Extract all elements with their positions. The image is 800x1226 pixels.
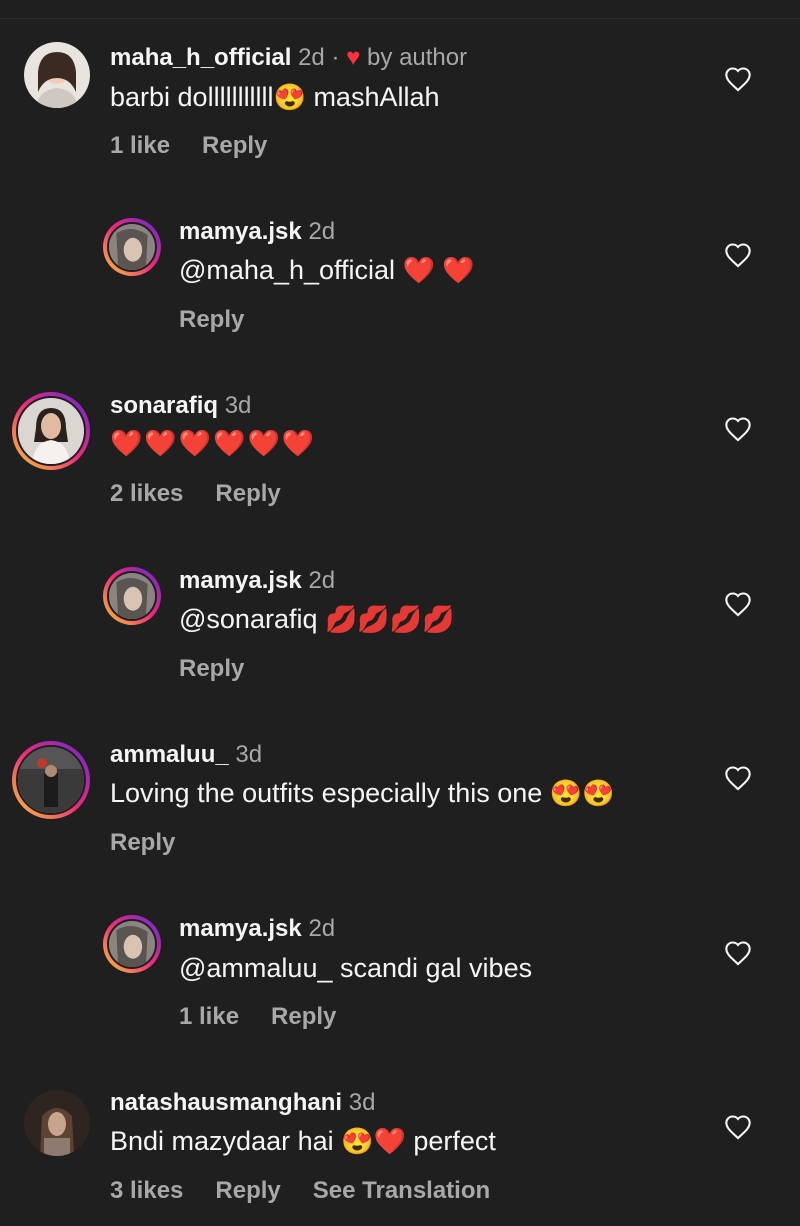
comment-text: barbi dolllllllllll😍 mashAllah: [110, 82, 440, 113]
comment-actions: 1 like Reply: [179, 1003, 368, 1031]
comment-body: @maha_h_official: [179, 255, 403, 285]
comment-header: maha_h_official 2d · ♥ by author: [110, 44, 467, 72]
likes-count[interactable]: 3 likes: [110, 1177, 183, 1204]
avatar[interactable]: [24, 1090, 90, 1156]
emoji: 😍❤️: [341, 1126, 406, 1156]
reply-button[interactable]: Reply: [202, 132, 267, 159]
comment-actions: Reply: [179, 655, 276, 683]
comment-text: ❤️❤️❤️❤️❤️❤️: [110, 428, 316, 459]
emoji: 😍: [273, 82, 306, 112]
timestamp: 3d: [235, 741, 263, 768]
comment-actions: 1 like Reply: [110, 132, 299, 160]
username[interactable]: mamya.jsk: [179, 915, 302, 942]
emoji: 😍😍: [549, 778, 615, 808]
separator: ·: [331, 44, 340, 71]
timestamp: 3d: [224, 392, 252, 419]
heart-outline-icon[interactable]: [724, 765, 752, 791]
emoji: 💋💋💋💋: [324, 604, 455, 634]
comment-body: barbi dolllllllllll: [110, 82, 274, 112]
comment-body: Bndi mazydaar hai: [110, 1126, 342, 1156]
username[interactable]: mamya.jsk: [179, 218, 302, 245]
comment-header: mamya.jsk 2d: [179, 915, 335, 943]
comment-body-after: mashAllah: [305, 82, 440, 112]
liked-by-author-label: by author: [367, 44, 468, 71]
heart-outline-icon[interactable]: [724, 416, 752, 442]
comment-header: ammaluu_ 3d: [110, 741, 262, 769]
reply-button[interactable]: Reply: [179, 655, 244, 682]
timestamp: 2d: [298, 44, 325, 71]
top-divider: [0, 18, 800, 19]
username[interactable]: ammaluu_: [110, 741, 229, 768]
reply-button[interactable]: Reply: [215, 1177, 280, 1204]
comment-actions: 3 likes Reply See Translation: [110, 1177, 522, 1205]
avatar[interactable]: [24, 42, 90, 108]
see-translation-button[interactable]: See Translation: [313, 1177, 490, 1204]
emoji: ❤️ ❤️: [402, 255, 475, 285]
comment-header: natashausmanghani 3d: [110, 1089, 375, 1117]
emoji: ❤️❤️❤️❤️❤️❤️: [110, 428, 317, 458]
timestamp: 2d: [308, 218, 336, 245]
likes-count[interactable]: 1 like: [179, 1003, 239, 1030]
username[interactable]: natashausmanghani: [110, 1089, 342, 1116]
comment-body-after: perfect: [405, 1126, 496, 1156]
timestamp: 2d: [308, 915, 336, 942]
heart-filled-icon: ♥: [346, 44, 361, 71]
comment-text: @ammaluu_ scandi gal vibes: [179, 953, 532, 984]
username[interactable]: sonarafiq: [110, 392, 218, 419]
username[interactable]: maha_h_official: [110, 44, 291, 71]
comment-text: @sonarafiq 💋💋💋💋: [179, 604, 454, 635]
heart-outline-icon[interactable]: [724, 591, 752, 617]
avatar[interactable]: [103, 915, 161, 973]
timestamp: 2d: [308, 567, 336, 594]
username[interactable]: mamya.jsk: [179, 567, 302, 594]
comment-header: sonarafiq 3d: [110, 392, 251, 420]
avatar[interactable]: [103, 567, 161, 625]
reply-button[interactable]: Reply: [215, 480, 280, 507]
comment-body: Loving the outfits especially this one: [110, 778, 550, 808]
comment-text: Loving the outfits especially this one 😍…: [110, 778, 615, 809]
avatar[interactable]: [12, 741, 90, 819]
comment-body: @ammaluu_ scandi gal vibes: [179, 953, 533, 983]
likes-count[interactable]: 1 like: [110, 132, 170, 159]
heart-outline-icon[interactable]: [724, 242, 752, 268]
comment-text: Bndi mazydaar hai 😍❤️ perfect: [110, 1126, 496, 1157]
reply-button[interactable]: Reply: [110, 829, 175, 856]
comment-body: @sonarafiq: [179, 604, 325, 634]
reply-button[interactable]: Reply: [179, 306, 244, 333]
reply-button[interactable]: Reply: [271, 1003, 336, 1030]
comment-header: mamya.jsk 2d: [179, 218, 335, 246]
comment-text: @maha_h_official ❤️ ❤️: [179, 255, 475, 286]
timestamp: 3d: [348, 1089, 376, 1116]
likes-count[interactable]: 2 likes: [110, 480, 183, 507]
avatar[interactable]: [12, 392, 90, 470]
comment-actions: Reply: [179, 306, 276, 334]
avatar[interactable]: [103, 218, 161, 276]
heart-outline-icon[interactable]: [724, 66, 752, 92]
heart-outline-icon[interactable]: [724, 1114, 752, 1140]
comment-header: mamya.jsk 2d: [179, 567, 335, 595]
comment-actions: Reply: [110, 829, 207, 857]
heart-outline-icon[interactable]: [724, 940, 752, 966]
comment-actions: 2 likes Reply: [110, 480, 313, 508]
